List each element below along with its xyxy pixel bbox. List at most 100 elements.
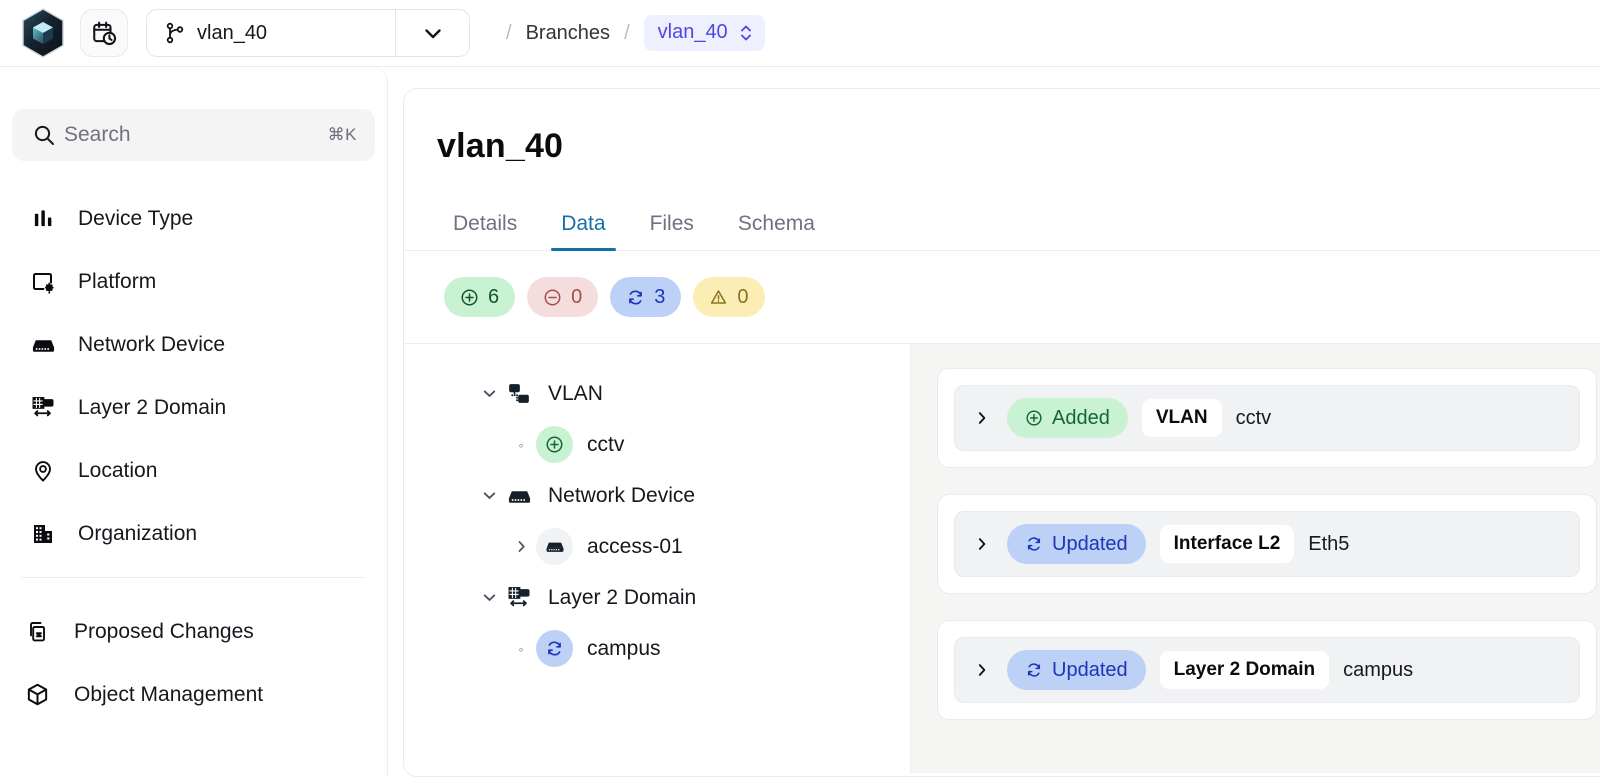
sidebar-item-device-type[interactable]: Device Type xyxy=(12,187,375,250)
sidebar-nav-secondary: Proposed Changes Object Management xyxy=(12,600,375,726)
chevron-right-icon[interactable] xyxy=(973,661,993,679)
chevron-right-icon[interactable] xyxy=(506,538,536,555)
branch-name: vlan_40 xyxy=(197,21,268,44)
tab-details[interactable]: Details xyxy=(437,212,539,250)
sidebar-item-platform[interactable]: Platform xyxy=(12,250,375,313)
bar-chart-icon xyxy=(30,207,56,230)
sidebar-item-proposed-changes[interactable]: Proposed Changes xyxy=(12,600,375,663)
sidebar-item-label: Organization xyxy=(78,521,198,545)
plus-circle-icon xyxy=(1025,409,1043,427)
diff-card: Updated Layer 2 Domain campus xyxy=(937,620,1597,720)
cube-icon xyxy=(24,682,50,707)
tab-files[interactable]: Files xyxy=(628,212,716,250)
git-branch-icon xyxy=(165,22,185,44)
summary-pill-added[interactable]: 6 xyxy=(444,277,516,317)
tree-node-layer-2-domain[interactable]: Layer 2 Domain xyxy=(404,572,910,623)
sidebar: Search ⌘K Device Type Platform Network D… xyxy=(0,67,388,777)
branch-selector[interactable]: vlan_40 xyxy=(146,9,470,57)
diff-object-name: campus xyxy=(1343,658,1414,681)
tree-node-label: access-01 xyxy=(587,534,683,558)
sidebar-item-layer-2-domain[interactable]: Layer 2 Domain xyxy=(12,376,375,439)
status-badge: Added xyxy=(1007,398,1128,438)
search-placeholder: Search xyxy=(64,123,131,146)
tree-node-label: Layer 2 Domain xyxy=(548,585,697,609)
tab-data[interactable]: Data xyxy=(539,212,627,251)
diff-summary-pills: 6 0 3 0 xyxy=(404,251,1600,317)
sidebar-item-object-management[interactable]: Object Management xyxy=(12,663,375,726)
diff-kind-chip: Interface L2 xyxy=(1159,525,1295,563)
breadcrumb-separator-2: / xyxy=(624,21,630,44)
plus-circle-icon xyxy=(536,426,573,463)
tab-schema[interactable]: Schema xyxy=(716,212,837,250)
diff-kind-chip: VLAN xyxy=(1141,399,1222,437)
plus-circle-icon xyxy=(460,288,479,307)
sidebar-item-label: Network Device xyxy=(78,332,226,356)
branch-selector-label[interactable]: vlan_40 xyxy=(147,10,395,56)
search-shortcut: ⌘K xyxy=(327,125,357,144)
search-input[interactable]: Search ⌘K xyxy=(12,109,375,161)
layer2-domain-icon xyxy=(30,395,56,420)
diff-object-name: Eth5 xyxy=(1308,532,1350,555)
window-settings-icon xyxy=(30,270,56,294)
refresh-icon xyxy=(1025,535,1043,553)
chevron-down-icon[interactable] xyxy=(474,486,504,505)
chevron-up-down-icon xyxy=(739,22,753,44)
breadcrumb-current-branch[interactable]: vlan_40 xyxy=(643,15,765,51)
tree-node-access-01[interactable]: access-01 xyxy=(404,521,910,572)
chevron-down-icon[interactable] xyxy=(474,384,504,403)
search-icon xyxy=(32,123,56,147)
layer2-domain-icon xyxy=(504,585,534,610)
summary-pill-count: 6 xyxy=(488,285,500,308)
tree-node-network-device[interactable]: Network Device xyxy=(404,470,910,521)
chevron-right-icon[interactable] xyxy=(973,535,993,553)
diff-row-layer-2-domain-campus[interactable]: Updated Layer 2 Domain campus xyxy=(954,637,1580,703)
diff-row-interface-l2-eth5[interactable]: Updated Interface L2 Eth5 xyxy=(954,511,1580,577)
breadcrumb-current-label: vlan_40 xyxy=(657,21,728,43)
breadcrumb-separator-1: / xyxy=(506,21,512,44)
tree-node-label: VLAN xyxy=(548,381,603,405)
calendar-clock-icon xyxy=(91,20,117,46)
diff-row-vlan-cctv[interactable]: Added VLAN cctv xyxy=(954,385,1580,451)
building-icon xyxy=(30,522,56,546)
server-icon xyxy=(504,485,534,507)
server-icon xyxy=(536,528,573,565)
proposed-changes-icon xyxy=(24,620,50,644)
status-badge: Updated xyxy=(1007,524,1146,564)
tree-node-cctv[interactable]: ◦ cctv xyxy=(404,419,910,470)
status-badge-label: Updated xyxy=(1052,532,1128,555)
sidebar-item-network-device[interactable]: Network Device xyxy=(12,313,375,376)
tree-node-vlan[interactable]: VLAN xyxy=(404,368,910,419)
branch-selector-chevron-down-icon[interactable] xyxy=(395,10,469,56)
summary-pill-warning[interactable]: 0 xyxy=(693,277,765,317)
sidebar-item-label: Location xyxy=(78,458,158,482)
tree-leaf-dot-icon: ◦ xyxy=(518,640,524,657)
chevron-right-icon[interactable] xyxy=(973,409,993,427)
breadcrumb-item-branches[interactable]: Branches xyxy=(526,22,611,45)
summary-pill-count: 0 xyxy=(737,285,749,308)
top-bar: vlan_40 / Branches / vlan_40 xyxy=(0,0,1600,67)
warning-triangle-icon xyxy=(709,288,728,307)
status-badge-label: Updated xyxy=(1052,658,1128,681)
sidebar-item-label: Device Type xyxy=(78,206,194,230)
tree-node-campus[interactable]: ◦ campus xyxy=(404,623,910,674)
summary-pill-removed[interactable]: 0 xyxy=(527,277,599,317)
sidebar-item-location[interactable]: Location xyxy=(12,439,375,502)
diff-kind-chip: Layer 2 Domain xyxy=(1159,651,1330,689)
tree-leaf-dot-icon: ◦ xyxy=(518,436,524,453)
chevron-down-icon[interactable] xyxy=(474,588,504,607)
breadcrumb: / Branches / vlan_40 xyxy=(506,15,765,51)
sidebar-nav-primary: Device Type Platform Network Device Laye… xyxy=(12,187,375,565)
infrahub-hexagon-logo-icon xyxy=(21,8,65,58)
calendar-time-travel-button[interactable] xyxy=(80,9,128,57)
sidebar-item-label: Platform xyxy=(78,269,157,293)
refresh-icon xyxy=(536,630,573,667)
summary-pill-updated[interactable]: 3 xyxy=(610,277,682,317)
app-logo[interactable] xyxy=(20,7,66,59)
summary-pill-count: 3 xyxy=(654,285,666,308)
page-title: vlan_40 xyxy=(437,127,564,165)
diff-card: Added VLAN cctv xyxy=(937,368,1597,468)
sidebar-item-organization[interactable]: Organization xyxy=(12,502,375,565)
tree-node-label: cctv xyxy=(587,432,625,456)
sidebar-item-label: Layer 2 Domain xyxy=(78,395,227,419)
location-pin-icon xyxy=(30,459,56,483)
